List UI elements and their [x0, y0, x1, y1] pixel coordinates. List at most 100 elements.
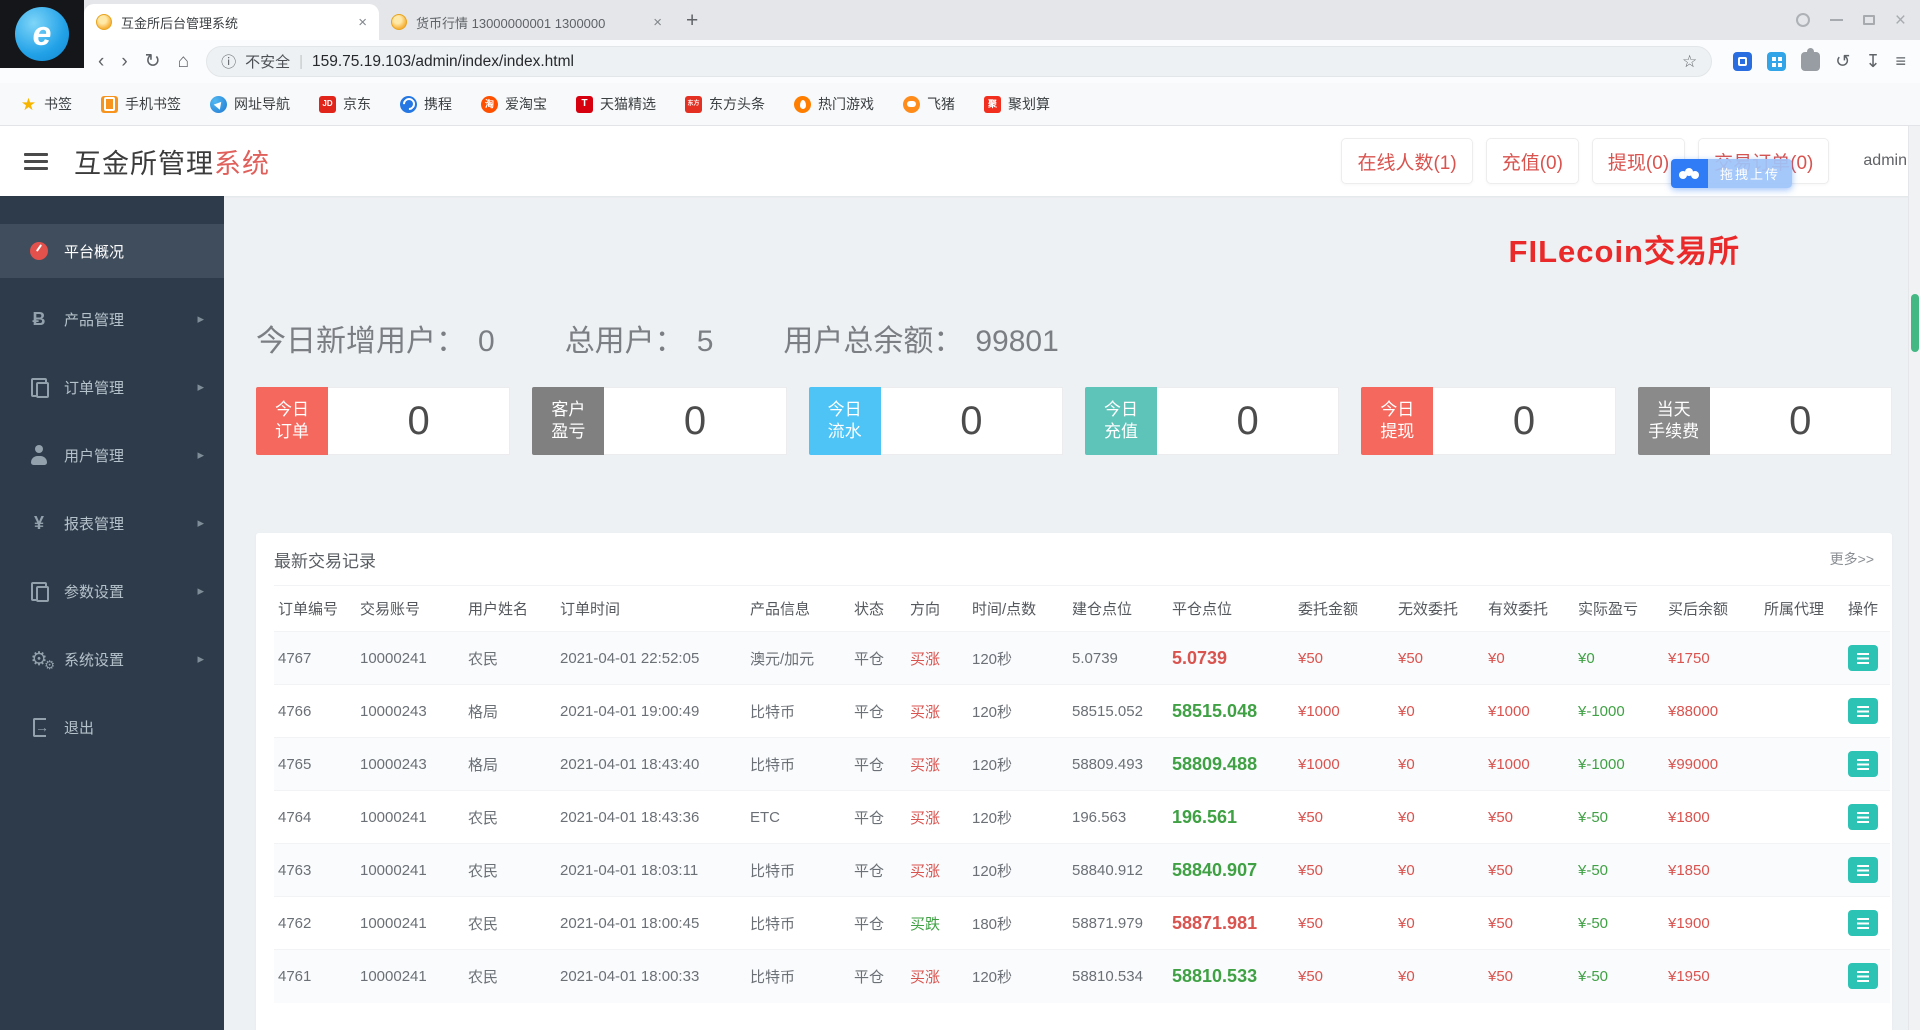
home-button[interactable]: ⌂ [178, 51, 189, 73]
close-window-button[interactable]: × [1895, 11, 1906, 30]
bookmark-juhuasuan[interactable]: 聚 聚划算 [984, 94, 1050, 114]
tab-admin[interactable]: 互金所后台管理系统 × [84, 4, 379, 40]
scrollbar-thumb[interactable] [1911, 294, 1919, 352]
header-stat-link[interactable]: 在线人数(1) [1341, 138, 1472, 184]
cell-valid-entrust: ¥50 [1484, 950, 1574, 1003]
reload-button[interactable]: ↻ [145, 50, 161, 73]
translate-extension-icon[interactable] [1767, 52, 1786, 71]
bookmark-ctrip[interactable]: 携程 [400, 94, 452, 114]
bookmark-shuqian[interactable]: ★ 书签 [20, 94, 72, 114]
table-row: 4767 10000241 农民 2021-04-01 22:52:05 澳元/… [274, 632, 1890, 685]
view-order-button[interactable] [1848, 963, 1878, 989]
view-order-button[interactable] [1848, 857, 1878, 883]
bookmark-star-icon[interactable]: ☆ [1682, 52, 1697, 72]
cell-open-price: 5.0739 [1068, 632, 1168, 685]
sidebar-item-system[interactable]: 系统设置 ▸ [0, 632, 224, 686]
cell-actions [1844, 738, 1890, 791]
cell-order-no: 4764 [274, 791, 356, 844]
browser-logo[interactable]: e [0, 0, 84, 68]
summary-label: 用户总余额： [783, 316, 963, 360]
summary-value: 0 [478, 325, 495, 359]
cell-account: 10000243 [356, 685, 464, 738]
cell-open-price: 58809.493 [1068, 738, 1168, 791]
cell-actual-profit: ¥-50 [1574, 844, 1664, 897]
stat-card: 今日 提现 0 [1361, 387, 1615, 455]
back-button[interactable]: ‹ [98, 51, 104, 73]
view-order-button[interactable] [1848, 804, 1878, 830]
sidebar-item-icon [26, 377, 52, 397]
bookmark-fliggy[interactable]: 飞猪 [903, 94, 955, 114]
profile-icon[interactable] [1796, 13, 1810, 27]
scrollbar-track[interactable] [1908, 126, 1920, 1030]
bookmark-games[interactable]: 热门游戏 [794, 94, 874, 114]
summary-stat: 总用户： 5 [565, 316, 714, 360]
info-icon[interactable]: ⓘ [221, 51, 236, 72]
bookmark-nav[interactable]: 网址导航 [210, 94, 290, 114]
cell-valid-entrust: ¥0 [1484, 632, 1574, 685]
new-tab-button[interactable]: + [686, 9, 698, 33]
cell-order-no: 4767 [274, 632, 356, 685]
drag-upload-overlay[interactable]: 拖拽上传 [1671, 159, 1792, 188]
extension-icon[interactable] [1733, 52, 1752, 71]
cell-product: 比特币 [746, 844, 850, 897]
sidebar-item-dashboard[interactable]: 平台概况 ▸ [0, 224, 224, 278]
sidebar-item-reports[interactable]: 报表管理 ▸ [0, 496, 224, 550]
brand-accent: 系统 [214, 149, 270, 179]
forward-button[interactable]: › [121, 51, 127, 73]
undo-icon[interactable]: ↺ [1835, 51, 1850, 72]
puzzle-extensions-icon[interactable] [1801, 52, 1820, 71]
sidebar-item-label: 产品管理 [64, 309, 124, 330]
sidebar-item-products[interactable]: 产品管理 ▸ [0, 292, 224, 346]
browser-menu-icon[interactable]: ≡ [1895, 51, 1906, 72]
table-row: 4764 10000241 农民 2021-04-01 18:43:36 ETC… [274, 791, 1890, 844]
sidebar-item-params[interactable]: 参数设置 ▸ [0, 564, 224, 618]
cell-valid-entrust: ¥50 [1484, 844, 1574, 897]
sidebar-item-logout[interactable]: 退出 ▸ [0, 700, 224, 754]
view-order-button[interactable] [1848, 645, 1878, 671]
close-icon[interactable]: × [653, 14, 662, 31]
view-order-button[interactable] [1848, 751, 1878, 777]
bookmark-label: 携程 [424, 94, 452, 114]
cell-actual-profit: ¥0 [1574, 632, 1664, 685]
cell-open-price: 58871.979 [1068, 897, 1168, 950]
hamburger-menu-icon[interactable] [24, 153, 48, 170]
stat-card: 今日 订单 0 [256, 387, 510, 455]
screen: e 互金所后台管理系统 × 货币行情 13000000001 1300000 ×… [0, 0, 1920, 1030]
more-link[interactable]: 更多>> [1830, 549, 1874, 569]
minimize-button[interactable] [1830, 19, 1843, 21]
maximize-button[interactable] [1863, 15, 1875, 25]
sidebar-item-orders[interactable]: 订单管理 ▸ [0, 360, 224, 414]
address-input[interactable]: ⓘ 不安全 | 159.75.19.103/admin/index/index.… [206, 46, 1712, 77]
cell-direction: 买涨 [906, 632, 968, 685]
cell-username: 农民 [464, 844, 556, 897]
cell-product: 比特币 [746, 897, 850, 950]
column-header: 操作 [1844, 586, 1890, 632]
cell-agent [1760, 950, 1844, 1003]
tab-market[interactable]: 货币行情 13000000001 1300000 × [379, 4, 674, 40]
sidebar-item-users[interactable]: 用户管理 ▸ [0, 428, 224, 482]
bookmark-taobao[interactable]: 淘 爱淘宝 [481, 94, 547, 114]
bookmark-jd[interactable]: JD 京东 [319, 94, 371, 114]
username: admin [1863, 152, 1907, 170]
cell-order-no: 4763 [274, 844, 356, 897]
bookmark-tmall[interactable]: T 天猫精选 [576, 94, 656, 114]
header-stat-link[interactable]: 充值(0) [1486, 138, 1579, 184]
panel-title: 最新交易记录 [274, 547, 376, 572]
cell-direction: 买涨 [906, 685, 968, 738]
cell-status: 平仓 [850, 685, 906, 738]
bookmark-label: 东方头条 [709, 94, 765, 114]
cell-balance-after: ¥1900 [1664, 897, 1760, 950]
download-icon[interactable]: ↧ [1865, 51, 1880, 72]
cell-agent [1760, 632, 1844, 685]
bookmark-label: 热门游戏 [818, 94, 874, 114]
cell-username: 格局 [464, 685, 556, 738]
bookmark-toutiao[interactable]: 东方 东方头条 [685, 94, 765, 114]
cell-open-price: 58840.912 [1068, 844, 1168, 897]
sidebar-item-label: 退出 [64, 717, 94, 738]
chevron-right-icon: ▸ [197, 447, 204, 463]
view-order-button[interactable] [1848, 910, 1878, 936]
bookmark-mobile[interactable]: 手机书签 [101, 94, 181, 114]
cell-valid-entrust: ¥1000 [1484, 685, 1574, 738]
close-icon[interactable]: × [358, 14, 367, 31]
view-order-button[interactable] [1848, 698, 1878, 724]
